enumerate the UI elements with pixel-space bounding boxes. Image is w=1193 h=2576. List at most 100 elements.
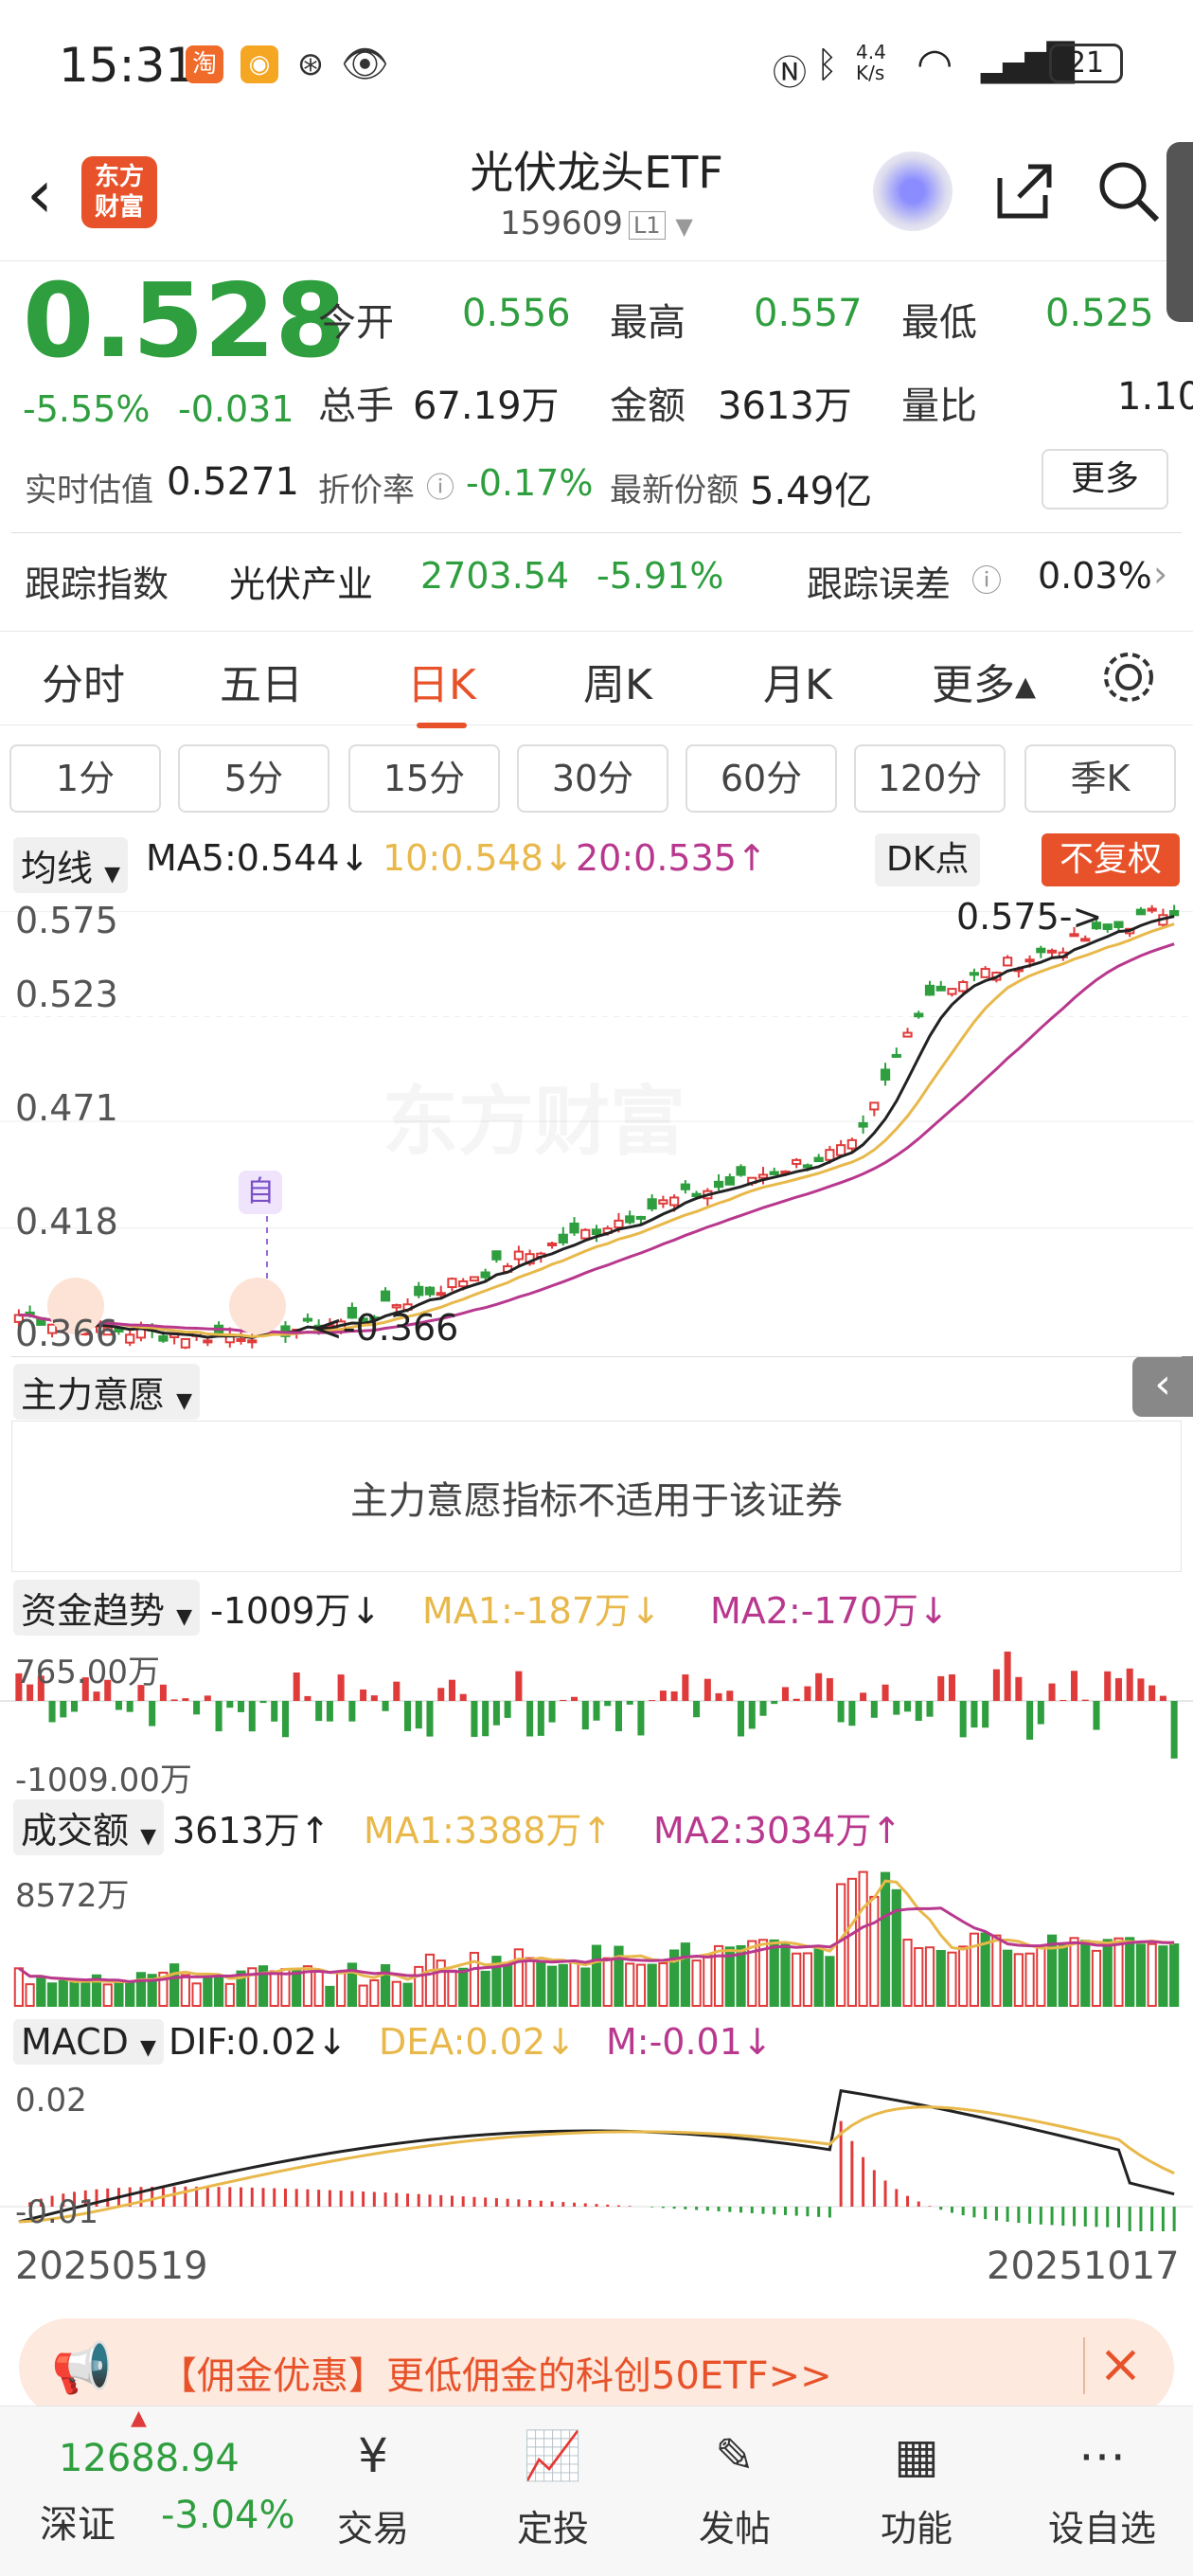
nav-add-watchlist[interactable]: ⋯ 设自选 [1036,2425,1168,2551]
y-axis-label-1: 0.575 [15,900,118,941]
fund-ma2: MA2:-170万↓ [710,1590,949,1632]
low-value: 0.525 [1045,292,1154,335]
tracking-index-name[interactable]: 光伏产业 [229,555,373,607]
period-1min[interactable]: 1分 [9,744,161,813]
chart-trend-icon: 📈 [523,2428,583,2483]
tab-intraday[interactable]: 分时 [42,651,125,711]
settings-gear-icon[interactable] [1098,647,1159,707]
nav-post[interactable]: ✎ 发帖 [668,2425,801,2551]
ma10-value: 10:0.548↓ [383,837,574,879]
period-15min[interactable]: 15分 [348,744,500,813]
chevron-down-icon: ▼ [104,863,121,886]
amount-ma1: MA1:3388万↑ [364,1810,613,1852]
close-icon[interactable]: × [1098,2334,1143,2395]
share-icon[interactable] [990,157,1057,224]
period-30min[interactable]: 30分 [517,744,668,813]
tab-weekly-k[interactable]: 周K [583,651,652,711]
date-end: 20251017 [987,2245,1180,2288]
grid-icon: ▦ [894,2428,939,2483]
ma20-value: 20:0.535↑ [576,837,767,879]
premium-label: 折价率 [318,472,415,510]
amount-label: 金额 [610,385,686,428]
tab-daily-k[interactable]: 日K [407,651,476,728]
period-120min[interactable]: 120分 [854,744,1006,813]
amount-ma2: MA2:3034万↑ [653,1810,902,1852]
divider [11,532,1182,533]
dk-point-button[interactable]: DK点 [875,833,981,886]
ma-selector[interactable]: 均线 ▼ [13,837,129,893]
promo-text[interactable]: 【佣金优惠】更低佣金的科创50ETF>> [159,2345,832,2400]
y-axis-label-4: 0.418 [15,1201,118,1243]
macd-selector[interactable]: MACD ▼ [13,2019,164,2065]
volume-value: 67.19万 [413,385,560,428]
iopv-value: 0.5271 [167,460,299,504]
tab-monthly-k[interactable]: 月K [763,651,832,711]
self-select-tag[interactable]: 自 [239,1171,282,1214]
nfc-icon: Ⓝ [773,54,808,93]
chevron-down-icon: ▼ [140,2036,156,2060]
nav-functions-label: 功能 [880,2508,953,2549]
side-drawer-handle[interactable] [1166,142,1193,322]
nav-trade[interactable]: ¥ 交易 [307,2425,439,2551]
info-icon[interactable]: ⓘ [426,464,454,506]
open-label: 今开 [318,301,394,345]
taobao-icon: 淘 [186,45,223,83]
fund-value: -1009万↓ [210,1590,382,1632]
search-icon[interactable] [1095,157,1163,225]
net-speed: 4.4 K/s [856,41,886,84]
tab-five-day[interactable]: 五日 [220,651,303,711]
tracking-error-label: 跟踪误差 [807,564,952,605]
shares-label: 最新份额 [610,472,739,510]
watermark: 东方财富 [383,1061,686,1171]
macd-y-bottom: -0.01 [15,2193,98,2231]
nav-functions[interactable]: ▦ 功能 [850,2425,983,2551]
help-icon[interactable]: ⓘ [971,557,1002,600]
index-name[interactable]: 深证 [40,2494,116,2549]
amount-panel-value: 3613万↑ [172,1810,330,1852]
last-price: 0.528 [23,262,347,381]
tab-more[interactable]: 更多▴ [932,651,1036,711]
ratio-label: 量比 [901,385,977,428]
zhuli-selector[interactable]: 主力意愿 ▼ [13,1364,201,1420]
tracking-index-value: 2703.54 [420,555,570,597]
macd-chart[interactable] [0,2074,1193,2231]
amount-selector[interactable]: 成交额 ▼ [13,1799,165,1855]
period-5min[interactable]: 5分 [178,744,329,813]
adjust-toggle-button[interactable]: 不复权 [1042,833,1180,886]
high-value: 0.557 [754,292,863,335]
more-dots-icon: ⋯ [1078,2428,1126,2483]
promo-divider [1083,2337,1085,2394]
eye-icon: 👁 [341,43,389,86]
fund-y-top: 765.00万 [15,1654,160,1691]
fund-trend-selector[interactable]: 资金趋势 ▼ [13,1580,201,1636]
nav-invest-label: 定投 [516,2508,589,2549]
index-value[interactable]: 12688.94 [59,2437,240,2480]
more-button[interactable]: 更多 [1042,449,1168,510]
robot-assistant-icon[interactable] [873,152,953,231]
chevron-down-icon: ▼ [176,1605,193,1629]
volume-label: 总手 [318,385,394,428]
chevron-right-icon[interactable]: › [1153,553,1167,595]
fund-y-bottom: -1009.00万 [15,1762,192,1799]
nav-add-watchlist-label: 设自选 [1047,2508,1156,2549]
status-bar: 15:31 淘 ◉ ⊛ 👁 Ⓝ ᛒ 4.4 K/s ◠ ▂▄▆█ 21 [0,0,1193,133]
period-60min[interactable]: 60分 [686,744,837,813]
period-quarter-k[interactable]: 季K [1024,744,1176,813]
divider [11,1356,1182,1357]
amount-chart[interactable] [0,1854,1193,2012]
index-change: -3.04% [161,2494,295,2537]
y-axis-label-5: 0.366 [15,1313,118,1354]
collapse-panel-icon[interactable]: ‹ [1132,1356,1193,1417]
caret-up-icon: ▲ [131,2406,147,2430]
promo-banner[interactable]: 📢 【佣金优惠】更低佣金的科创50ETF>> × [19,2318,1174,2417]
chart-tabs: 分时 五日 日K 周K 月K 更多▴ [0,631,1193,728]
battery-icon: 21 [1049,44,1123,83]
yuan-icon: ¥ [358,2428,388,2483]
y-axis-label-3: 0.471 [15,1087,118,1129]
iopv-label: 实时估值 [25,472,153,510]
zhuli-message: 主力意愿指标不适用于该证券 [350,1479,843,1523]
change-pct: -5.55% [23,388,151,430]
nav-invest[interactable]: 📈 定投 [487,2425,619,2551]
tracking-error-value: 0.03% [1038,555,1152,597]
max-price-marker: 0.575-> [956,896,1103,938]
